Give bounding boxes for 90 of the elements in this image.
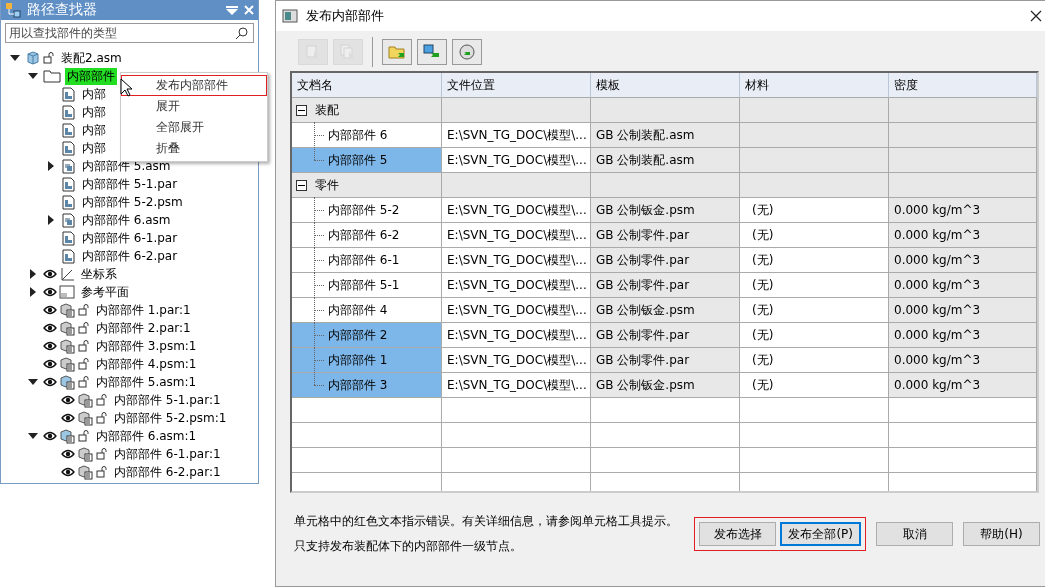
table-cell: (无) bbox=[740, 348, 889, 373]
dialog-title: 发布内部部件 bbox=[306, 7, 385, 25]
name-cell[interactable]: 内部部件 6-1 bbox=[292, 248, 442, 273]
group-header[interactable]: 零件 bbox=[292, 173, 442, 198]
table-cell: (无) bbox=[740, 248, 889, 273]
tree-item[interactable]: 内部部件 5-1.par bbox=[80, 175, 180, 193]
name-cell[interactable]: 内部部件 6 bbox=[292, 123, 442, 148]
tree-item[interactable]: 内部部件 6-1.par bbox=[80, 229, 180, 247]
name-cell[interactable]: 内部部件 2 bbox=[292, 323, 442, 348]
tree-item[interactable]: 内部部件 6-1.par:1 bbox=[112, 445, 223, 463]
name-cell[interactable]: 内部部件 5-1 bbox=[292, 273, 442, 298]
info-note: 单元格中的红色文本指示错误。有关详细信息，请参阅单元格工具提示。 bbox=[294, 513, 679, 530]
table-cell: GB 公制装配.asm bbox=[591, 123, 740, 148]
table-cell: E:\SVN_TG_DOC\模型\... bbox=[442, 298, 591, 323]
table-cell: 0.000 kg/m^3 bbox=[889, 198, 1037, 223]
table-cell: E:\SVN_TG_DOC\模型\... bbox=[442, 123, 591, 148]
table-cell: GB 公制零件.par bbox=[591, 323, 740, 348]
table-cell: GB 公制钣金.psm bbox=[591, 298, 740, 323]
dialog-button[interactable]: 取消 bbox=[876, 522, 953, 546]
table-cell: 0.000 kg/m^3 bbox=[889, 248, 1037, 273]
tree-item[interactable]: 内部部件 5-2.psm:1 bbox=[112, 409, 229, 427]
tree-item[interactable]: 内部 bbox=[80, 85, 108, 103]
table-cell: E:\SVN_TG_DOC\模型\... bbox=[442, 223, 591, 248]
column-header[interactable]: 文档名 bbox=[292, 73, 442, 98]
name-cell[interactable]: 内部部件 1 bbox=[292, 348, 442, 373]
tree-item[interactable]: 内部部件 1.par:1 bbox=[94, 301, 193, 319]
table-cell: E:\SVN_TG_DOC\模型\... bbox=[442, 148, 591, 173]
table-cell: E:\SVN_TG_DOC\模型\... bbox=[442, 323, 591, 348]
table-cell: GB 公制钣金.psm bbox=[591, 198, 740, 223]
table-cell: GB 公制零件.par bbox=[591, 348, 740, 373]
table-cell: E:\SVN_TG_DOC\模型\... bbox=[442, 373, 591, 398]
tree-item[interactable]: 内部部件 5-1.par:1 bbox=[112, 391, 223, 409]
table-cell: (无) bbox=[740, 273, 889, 298]
table-cell: GB 公制装配.asm bbox=[591, 148, 740, 173]
tree-item[interactable]: 内部部件 3.psm:1 bbox=[94, 337, 199, 355]
name-cell[interactable]: 内部部件 3 bbox=[292, 373, 442, 398]
table-cell: (无) bbox=[740, 323, 889, 348]
column-header[interactable]: 模板 bbox=[591, 73, 740, 98]
tree-item[interactable]: 内部部件 6-2.par:1 bbox=[112, 463, 223, 481]
group-label: 装配 bbox=[315, 101, 339, 119]
table-cell: (无) bbox=[740, 198, 889, 223]
tree-item[interactable]: 内部部件 5.asm:1 bbox=[94, 373, 199, 391]
menu-item[interactable]: 折叠 bbox=[121, 138, 267, 159]
table-cell: 0.000 kg/m^3 bbox=[889, 298, 1037, 323]
column-header[interactable]: 材料 bbox=[740, 73, 889, 98]
name-cell[interactable]: 内部部件 6-2 bbox=[292, 223, 442, 248]
table-cell: 0.000 kg/m^3 bbox=[889, 323, 1037, 348]
tree-item[interactable]: 装配2.asm bbox=[59, 49, 124, 67]
panel-title: 路径查找器 bbox=[27, 1, 98, 19]
name-cell[interactable]: 内部部件 5-2 bbox=[292, 198, 442, 223]
table-cell: (无) bbox=[740, 298, 889, 323]
group-label: 零件 bbox=[315, 176, 339, 194]
table-cell: E:\SVN_TG_DOC\模型\... bbox=[442, 273, 591, 298]
table-cell: E:\SVN_TG_DOC\模型\... bbox=[442, 348, 591, 373]
tree-item[interactable]: 内部部件 4.psm:1 bbox=[94, 355, 199, 373]
tree-item[interactable]: 内部部件 2.par:1 bbox=[94, 319, 193, 337]
table-cell: GB 公制零件.par bbox=[591, 223, 740, 248]
name-cell[interactable]: 内部部件 4 bbox=[292, 298, 442, 323]
tree-item[interactable]: 内部 bbox=[80, 103, 108, 121]
dialog-button[interactable]: 帮助(H) bbox=[963, 522, 1040, 546]
table-cell: E:\SVN_TG_DOC\模型\... bbox=[442, 198, 591, 223]
menu-item[interactable]: 展开 bbox=[121, 96, 267, 117]
tree-item[interactable]: 内部 bbox=[80, 121, 108, 139]
tree-item[interactable]: 坐标系 bbox=[79, 265, 119, 283]
table-cell: 0.000 kg/m^3 bbox=[889, 223, 1037, 248]
tree-item[interactable]: 内部部件 6-2.par bbox=[80, 247, 180, 265]
menu-item[interactable]: 全部展开 bbox=[121, 117, 267, 138]
tree-item[interactable]: 内部部件 6.asm:1 bbox=[94, 427, 199, 445]
table-cell: 0.000 kg/m^3 bbox=[889, 373, 1037, 398]
table-cell: 0.000 kg/m^3 bbox=[889, 273, 1037, 298]
tree-item[interactable]: 内部部件 6.asm bbox=[80, 211, 173, 229]
table-cell: (无) bbox=[740, 373, 889, 398]
table-cell: E:\SVN_TG_DOC\模型\... bbox=[442, 248, 591, 273]
tree-item[interactable]: 内部部件 5-2.psm bbox=[80, 193, 185, 211]
dialog-button[interactable]: 发布全部(P) bbox=[780, 522, 861, 546]
info-note: 只支持发布装配体下的内部部件一级节点。 bbox=[294, 538, 523, 555]
tree-item[interactable]: 内部 bbox=[80, 139, 108, 157]
table-cell: GB 公制零件.par bbox=[591, 273, 740, 298]
name-cell[interactable]: 内部部件 5 bbox=[292, 148, 442, 173]
group-header[interactable]: 装配 bbox=[292, 98, 442, 123]
table-cell: (无) bbox=[740, 223, 889, 248]
column-header[interactable]: 密度 bbox=[889, 73, 1037, 98]
table-cell: GB 公制零件.par bbox=[591, 248, 740, 273]
table-cell: GB 公制钣金.psm bbox=[591, 373, 740, 398]
dialog-button[interactable]: 发布选择 bbox=[699, 522, 777, 546]
tree-item[interactable]: 内部部件 bbox=[65, 67, 117, 85]
column-header[interactable]: 文件位置 bbox=[442, 73, 591, 98]
search-field[interactable]: 用以查找部件的类型 bbox=[5, 23, 254, 43]
tree-item[interactable]: 参考平面 bbox=[79, 283, 131, 301]
table-cell: 0.000 kg/m^3 bbox=[889, 348, 1037, 373]
